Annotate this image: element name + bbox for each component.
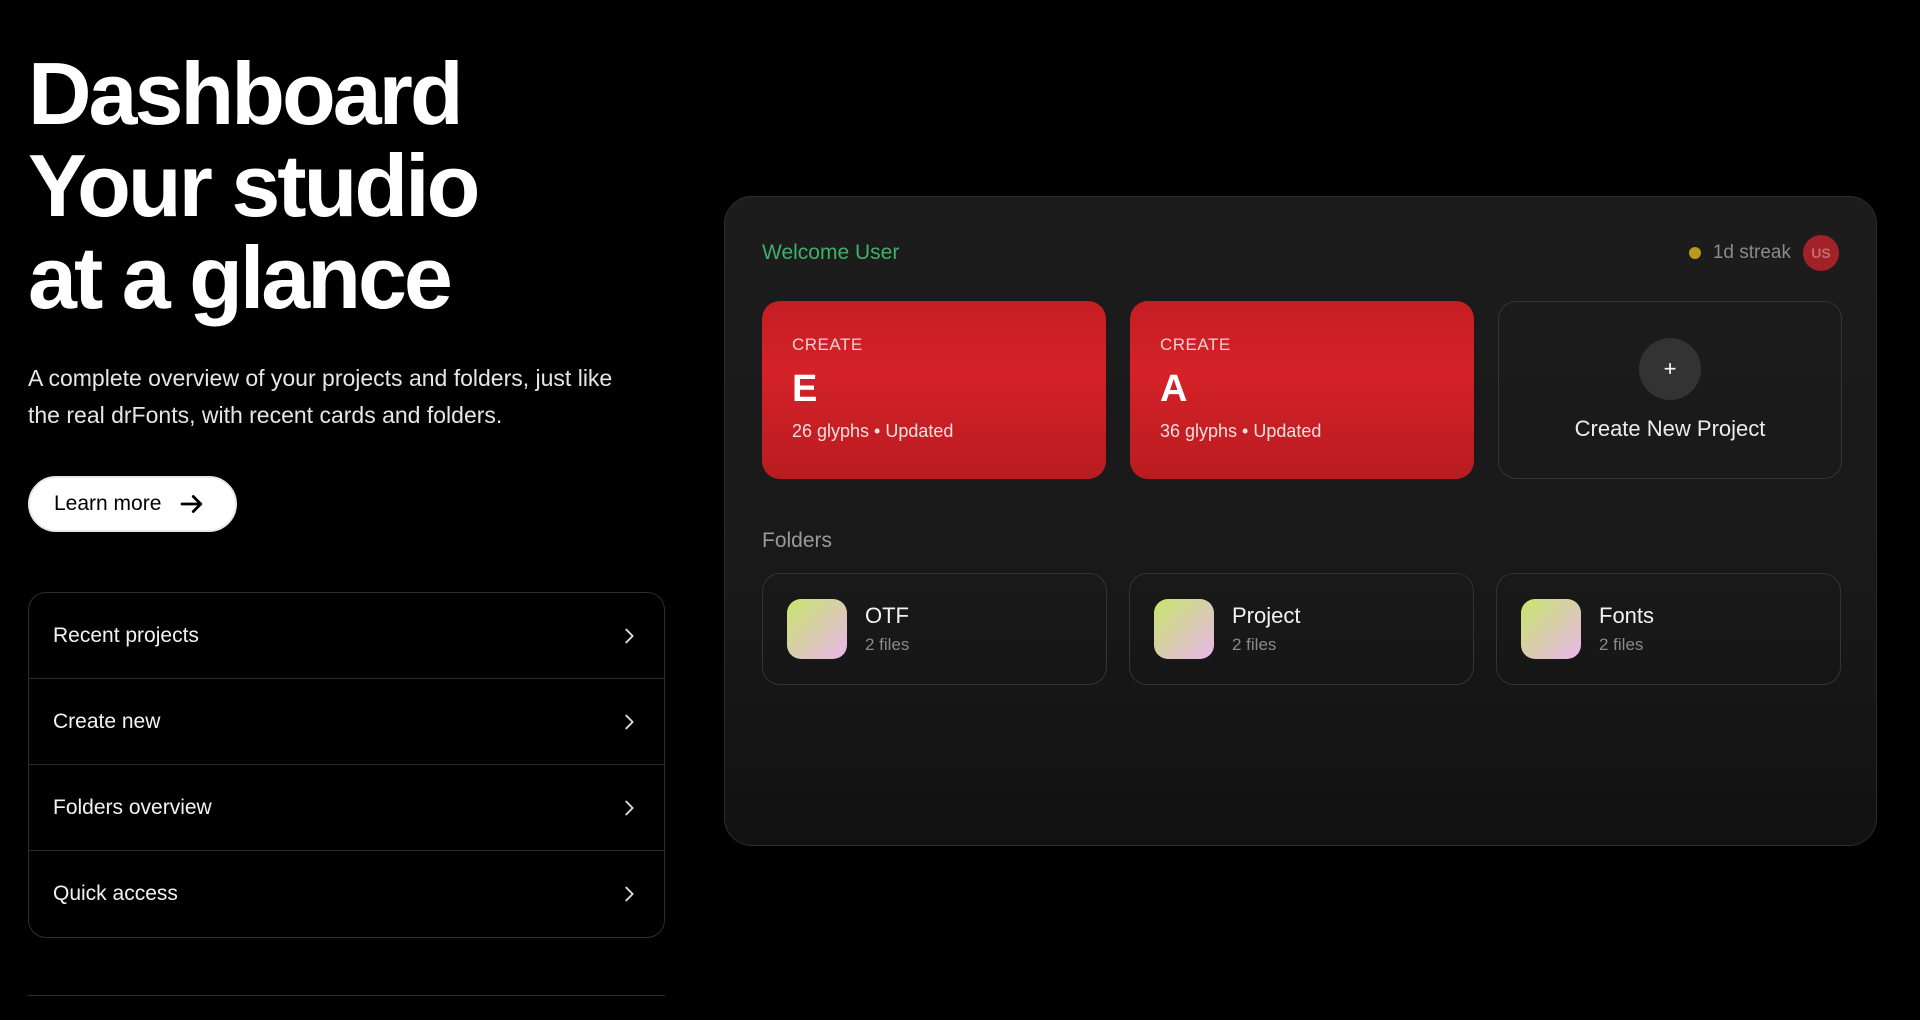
- card-letter: A: [1160, 368, 1188, 410]
- title-line-3: at a glance: [28, 228, 453, 327]
- hero-section: Dashboard Your studio at a glance A comp…: [28, 48, 665, 938]
- folder-item-otf[interactable]: OTF 2 files: [762, 573, 1107, 685]
- create-new-project-card[interactable]: + Create New Project: [1498, 301, 1842, 479]
- folder-name: Project: [1232, 603, 1301, 628]
- folder-icon: [1521, 599, 1581, 659]
- project-card-a[interactable]: CREATE A 36 glyphs • Updated: [1130, 301, 1474, 479]
- project-cards: CREATE E 26 glyphs • Updated CREATE A 36…: [762, 301, 1842, 479]
- avatar[interactable]: US: [1803, 235, 1839, 271]
- card-letter: E: [792, 368, 818, 410]
- menu-item-create-new[interactable]: Create new: [29, 679, 664, 765]
- folder-item-project[interactable]: Project 2 files: [1129, 573, 1474, 685]
- title-line-1: Dashboard: [28, 44, 464, 143]
- menu-item-label: Folders overview: [53, 795, 212, 819]
- menu-item-label: Quick access: [53, 882, 178, 905]
- folder-icon: [1154, 599, 1214, 659]
- folder-count: 2 files: [865, 635, 910, 654]
- page-title: Dashboard Your studio at a glance: [28, 48, 665, 324]
- nav-menu: Recent projects Create new Folders overv…: [28, 592, 665, 938]
- folder-name: Fonts: [1599, 603, 1655, 628]
- menu-item-label: Recent projects: [53, 623, 199, 647]
- learn-more-label: Learn more: [54, 492, 162, 515]
- create-new-project-label: Create New Project: [1574, 416, 1766, 441]
- title-line-2: Your studio: [28, 136, 480, 235]
- chevron-right-icon: [625, 886, 634, 902]
- card-meta: 36 glyphs • Updated: [1160, 421, 1322, 441]
- card-kicker: CREATE: [1160, 335, 1231, 354]
- folder-list: OTF 2 files Project 2 files Fonts 2 file…: [762, 573, 1841, 685]
- learn-more-button[interactable]: Learn more: [28, 476, 238, 532]
- folder-icon: [787, 599, 847, 659]
- chevron-right-icon: [625, 628, 634, 643]
- divider: [28, 995, 665, 996]
- welcome-text: Welcome User: [762, 241, 900, 264]
- folder-item-fonts[interactable]: Fonts 2 files: [1496, 573, 1841, 685]
- menu-item-label: Create new: [53, 709, 161, 733]
- arrow-right-icon: [181, 495, 203, 513]
- card-meta: 26 glyphs • Updated: [792, 421, 954, 441]
- folders-heading: Folders: [762, 529, 833, 552]
- folder-count: 2 files: [1232, 635, 1277, 654]
- panel-header: Welcome User 1d streak US: [762, 235, 1839, 271]
- card-kicker: CREATE: [792, 335, 863, 354]
- chevron-right-icon: [625, 800, 634, 815]
- folder-count: 2 files: [1599, 635, 1644, 654]
- folder-name: OTF: [865, 603, 909, 628]
- hero-subtitle: A complete overview of your projects and…: [28, 365, 613, 428]
- chevron-right-icon: [625, 714, 634, 729]
- streak-label: 1d streak: [1712, 242, 1791, 263]
- project-card-e[interactable]: CREATE E 26 glyphs • Updated: [762, 301, 1106, 479]
- plus-icon: +: [1639, 338, 1701, 400]
- streak-indicator: 1d streak US: [1688, 235, 1839, 271]
- streak-dot-icon: [1688, 247, 1701, 259]
- menu-item-folders-overview[interactable]: Folders overview: [29, 765, 664, 851]
- dashboard-panel: Welcome User 1d streak US CREATE E 26 gl…: [724, 196, 1877, 846]
- menu-item-quick-access[interactable]: Quick access: [29, 851, 664, 937]
- menu-item-recent-projects[interactable]: Recent projects: [29, 593, 664, 679]
